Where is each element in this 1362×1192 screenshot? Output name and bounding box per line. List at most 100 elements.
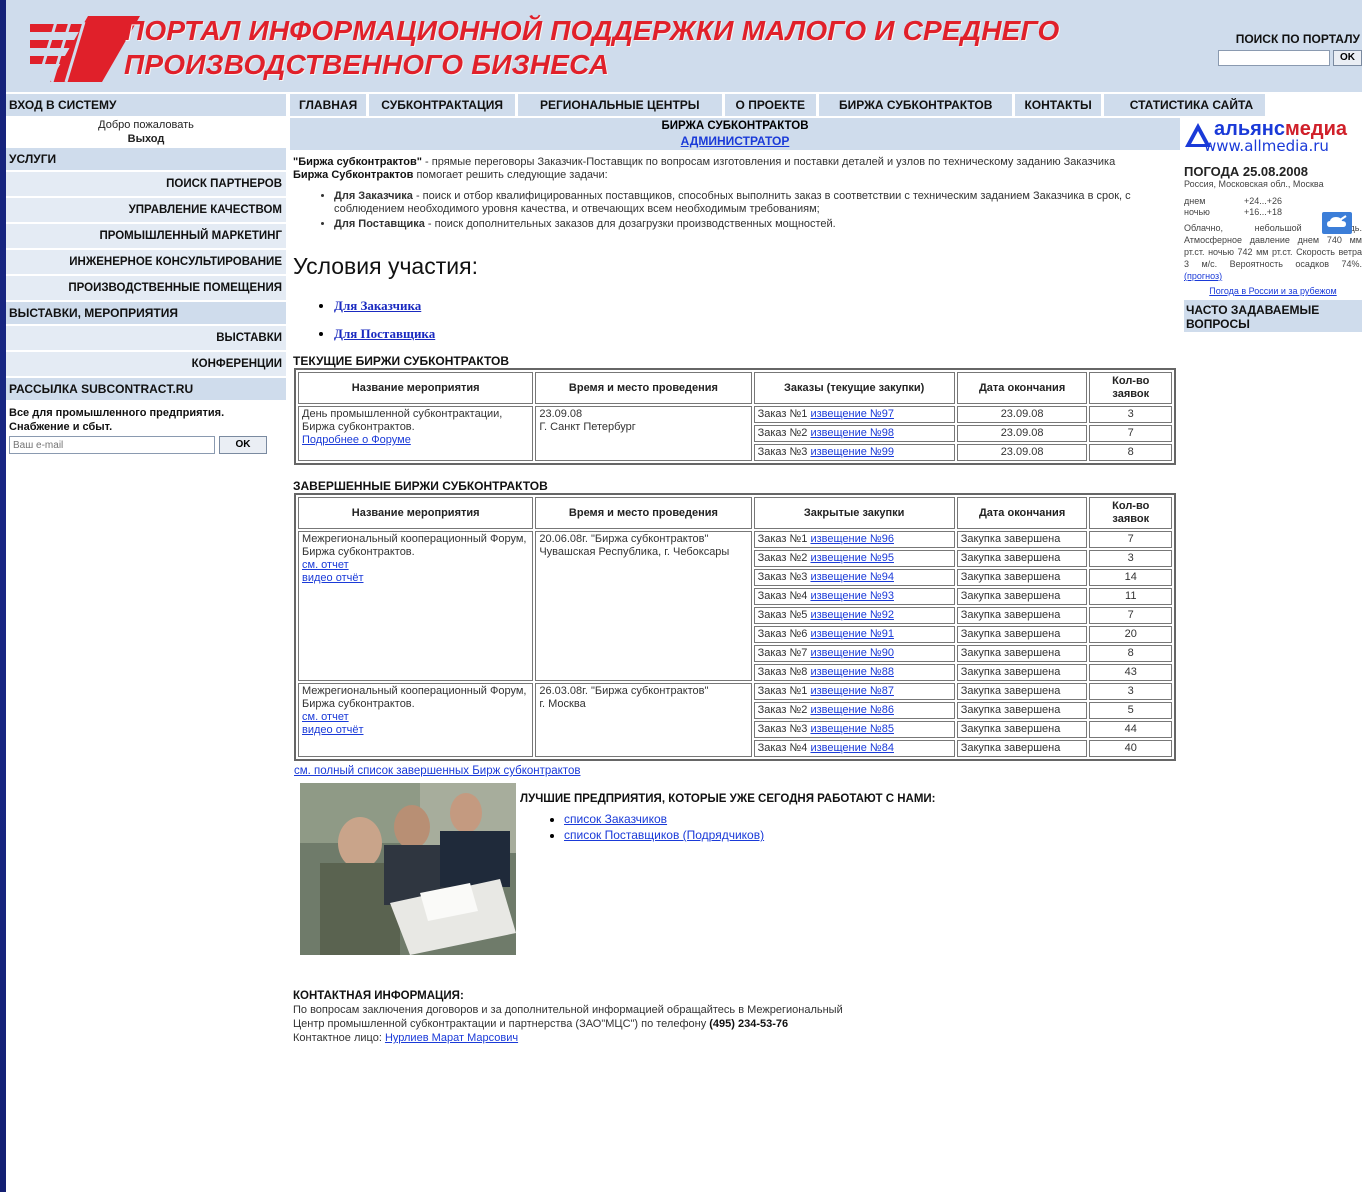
left-sidebar: ВХОД В СИСТЕМУ Добро пожаловать Выход УС… [6,94,286,456]
weather-world-link[interactable]: Погода в России и за рубежом [1209,286,1336,296]
order-cell: Заказ №6 извещение №91 [753,626,955,643]
site-header: ПОРТАЛ ИНФОРМАЦИОННОЙ ПОДДЕРЖКИ МАЛОГО И… [6,0,1362,92]
end-date-cell: Закупка завершена [956,607,1088,624]
search-ok-button[interactable]: OK [1333,50,1362,66]
allmedia-logo[interactable]: альянсмедиа www.allmedia.ru [1184,118,1362,155]
end-date-cell: Закупка завершена [956,683,1088,700]
notice-link[interactable]: извещение №93 [810,590,894,602]
video-report-link[interactable]: видео отчёт [302,724,364,736]
notice-link[interactable]: извещение №91 [810,628,894,640]
best-links: список Заказчиков список Поставщиков (По… [518,811,764,843]
for-supplier-link[interactable]: Для Поставщика [334,326,435,341]
table-row: День промышленной субконтрактации, Биржа… [298,406,1172,461]
logout-link[interactable]: Выход [128,133,165,145]
cloud-rain-icon [1322,212,1352,234]
column-header: Дата окончания [956,372,1088,404]
task-bold: Для Заказчика [334,190,413,202]
order-cell: Заказ №1 извещение №96 [753,531,955,548]
notice-link[interactable]: извещение №86 [810,704,894,716]
notice-link[interactable]: извещение №99 [810,446,894,458]
service-partners[interactable]: ПОИСК ПАРТНЕРОВ [6,172,286,196]
list-item: Для Поставщика - поиск дополнительных за… [334,218,1180,231]
forum-details-link[interactable]: Подробнее о Форуме [302,434,411,446]
meeting-photo [300,783,516,955]
list-item: Для Поставщика [334,326,1180,342]
notice-link[interactable]: извещение №92 [810,609,894,621]
customers-list-link[interactable]: список Заказчиков [564,812,667,826]
nav-exchange[interactable]: БИРЖА СУБКОНТРАКТОВ [818,94,1013,116]
event-name: Межрегиональный кооперационный Форум, Би… [302,685,527,710]
notice-link[interactable]: извещение №96 [810,533,894,545]
faq-header[interactable]: ЧАСТО ЗАДАВАЕМЫЕ ВОПРОСЫ [1184,300,1362,332]
nav-statistics[interactable]: СТАТИСТИКА САЙТА [1103,94,1266,116]
service-premises[interactable]: ПРОИЗВОДСТВЕННЫЕ ПОМЕЩЕНИЯ [6,276,286,300]
event-when: 26.03.08г. "Биржа субконтрактов" [539,685,709,697]
full-finished-list-link[interactable]: см. полный список завершенных Бирж субко… [294,765,580,777]
count-cell: 5 [1089,702,1172,719]
admin-link[interactable]: АДМИНИСТРАТОР [681,134,790,148]
end-date-cell: Закупка завершена [956,569,1088,586]
count-cell: 40 [1089,740,1172,757]
nav-subcontracting[interactable]: СУБКОНТРАКТАЦИЯ [369,94,515,116]
end-date-cell: Закупка завершена [956,626,1088,643]
contact-person-link[interactable]: Нурлиев Марат Марсович [385,1032,518,1044]
notice-link[interactable]: извещение №94 [810,571,894,583]
video-report-link[interactable]: видео отчёт [302,572,364,584]
mailing-text-line2: Снабжение и сбыт. [9,421,113,433]
count-cell: 7 [1089,531,1172,548]
event-place: Чувашская Республика, г. Чебоксары [539,546,730,558]
notice-link[interactable]: извещение №87 [810,685,894,697]
count-cell: 7 [1089,607,1172,624]
order-label: Заказ №8 [757,666,811,678]
tasks-list: Для Заказчика - поиск и отбор квалифицир… [290,190,1180,231]
service-quality[interactable]: УПРАВЛЕНИЕ КАЧЕСТВОМ [6,198,286,222]
current-exchanges-table: Название мероприятия Время и место прове… [294,368,1176,465]
order-cell: Заказ №4 извещение №84 [753,740,955,757]
end-date-cell: Закупка завершена [956,588,1088,605]
search-input[interactable] [1218,50,1330,66]
notice-link[interactable]: извещение №90 [810,647,894,659]
order-label: Заказ №5 [757,609,811,621]
notice-link[interactable]: извещение №97 [810,408,894,420]
notice-link[interactable]: извещение №95 [810,552,894,564]
contact-info: КОНТАКТНАЯ ИНФОРМАЦИЯ: По вопросам заклю… [290,989,1180,1045]
end-date-cell: Закупка завершена [956,740,1088,757]
order-cell: Заказ №5 извещение №92 [753,607,955,624]
order-label: Заказ №3 [757,446,811,458]
nav-regional-centers[interactable]: РЕГИОНАЛЬНЫЕ ЦЕНТРЫ [517,94,722,116]
intro2-rest: помогает решить следующие задачи: [413,169,608,181]
order-cell: Заказ №8 извещение №88 [753,664,955,681]
count-cell: 43 [1089,664,1172,681]
service-marketing[interactable]: ПРОМЫШЛЕННЫЙ МАРКЕТИНГ [6,224,286,248]
nav-about[interactable]: О ПРОЕКТЕ [724,94,816,116]
table-header-row: Название мероприятия Время и место прове… [298,372,1172,404]
email-field[interactable] [9,436,215,454]
table-header-row: Название мероприятия Время и место прове… [298,497,1172,529]
nav-home[interactable]: ГЛАВНАЯ [290,94,367,116]
for-customer-link[interactable]: Для Заказчика [334,298,421,313]
notice-link[interactable]: извещение №85 [810,723,894,735]
count-cell: 11 [1089,588,1172,605]
count-cell: 3 [1089,550,1172,567]
weather-location: Россия, Московская обл., Москва [1184,179,1324,189]
forecast-link[interactable]: (прогноз) [1184,271,1222,281]
notice-link[interactable]: извещение №84 [810,742,894,754]
order-label: Заказ №6 [757,628,811,640]
report-link[interactable]: см. отчет [302,559,349,571]
nav-contacts[interactable]: КОНТАКТЫ [1015,94,1101,116]
column-header: Время и место проведения [535,372,752,404]
report-link[interactable]: см. отчет [302,711,349,723]
notice-link[interactable]: извещение №88 [810,666,894,678]
current-exchanges-title: ТЕКУЩИЕ БИРЖИ СУБКОНТРАКТОВ [293,354,510,368]
page: ПОРТАЛ ИНФОРМАЦИОННОЙ ПОДДЕРЖКИ МАЛОГО И… [6,0,1362,1192]
suppliers-list-link[interactable]: список Поставщиков (Подрядчиков) [564,828,764,842]
end-date-cell: 23.09.08 [956,406,1088,423]
events-conferences[interactable]: КОНФЕРЕНЦИИ [6,352,286,376]
night-label: ночью [1184,207,1210,217]
subscribe-ok-button[interactable]: OK [219,436,267,454]
notice-link[interactable]: извещение №98 [810,427,894,439]
day-temp: +24...+26 [1244,196,1283,206]
service-engineering[interactable]: ИНЖЕНЕРНОЕ КОНСУЛЬТИРОВАНИЕ [6,250,286,274]
events-exhibitions[interactable]: ВЫСТАВКИ [6,326,286,350]
weather-day-row: днем +24...+26 [1184,196,1362,207]
